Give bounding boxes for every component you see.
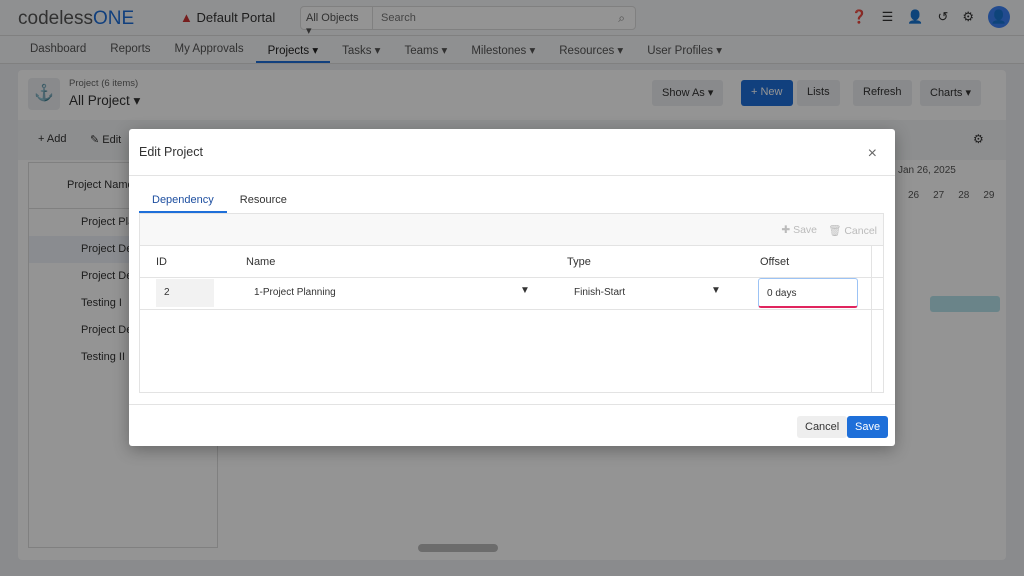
chevron-down-icon[interactable]: ▼ [711,285,721,296]
table-row: 2 1-Project Planning ▼ Finish-Start ▼ 0 … [140,278,883,310]
save-button[interactable]: Save [847,416,889,438]
col-name[interactable]: Name [246,256,275,268]
name-select[interactable]: 1-Project Planning [254,287,336,298]
tab-resource[interactable]: Resource [227,189,300,213]
grid-toolbar: ✚ Save 🗑 Cancel [140,214,883,246]
type-select[interactable]: Finish-Start [574,287,625,298]
offset-input[interactable]: 0 days [758,278,858,308]
edit-project-dialog: Edit Project × Dependency Resource ✚ Sav… [129,129,895,446]
dialog-footer: Cancel Save [129,404,895,446]
col-offset[interactable]: Offset [760,256,789,268]
col-type[interactable]: Type [567,256,591,268]
close-icon[interactable]: × [868,145,877,163]
dialog-tabs: Dependency Resource [139,189,300,213]
vertical-scrollbar[interactable] [871,246,883,392]
chevron-down-icon[interactable]: ▼ [520,285,530,296]
dependency-grid: ✚ Save 🗑 Cancel ID Name Type Offset 2 1-… [139,213,884,393]
grid-header: ID Name Type Offset [140,246,883,278]
toolbar-save-button[interactable]: ✚ Save [781,224,817,236]
id-cell: 2 [156,279,214,307]
dialog-title: Edit Project [129,129,895,176]
toolbar-cancel-button[interactable]: 🗑 Cancel [828,224,877,237]
cancel-button[interactable]: Cancel [797,416,848,438]
tab-dependency[interactable]: Dependency [139,189,227,213]
col-id[interactable]: ID [156,256,167,268]
